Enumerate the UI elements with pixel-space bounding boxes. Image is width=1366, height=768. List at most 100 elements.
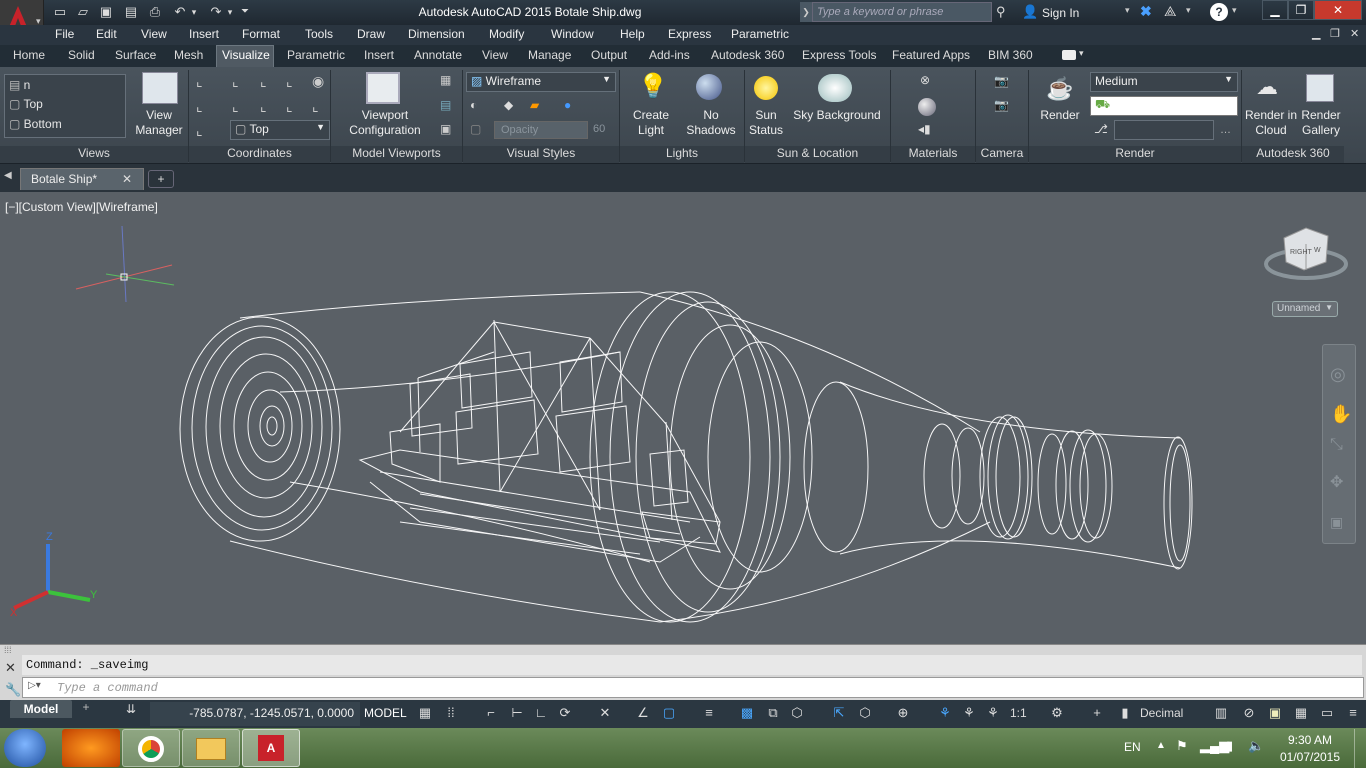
quick-properties-icon[interactable]: ▥ — [1212, 705, 1230, 721]
sign-in-dropdown-icon[interactable]: ▾ — [1125, 5, 1130, 16]
dynamic-ucs-icon[interactable]: ⇱ — [830, 705, 848, 721]
command-close-icon[interactable]: ✕ — [5, 660, 16, 676]
firefox-taskbar-icon[interactable] — [62, 729, 120, 767]
isolate-objects-icon[interactable]: ▣ — [1266, 705, 1284, 721]
menu-parametric[interactable]: Parametric — [731, 27, 789, 41]
chrome-taskbar-icon[interactable] — [122, 729, 180, 767]
clean-screen-icon[interactable]: ▭ — [1318, 705, 1336, 721]
render-presets-icon[interactable]: ⎇ — [1094, 122, 1110, 138]
menu-draw[interactable]: Draw — [357, 27, 385, 41]
camera-icon[interactable]: 📷 — [994, 74, 1010, 90]
ucs-object-icon[interactable]: ⌞ — [260, 98, 278, 116]
doc-minimize-icon[interactable]: ▁ — [1312, 27, 1320, 40]
battery-icon[interactable]: ▮ — [1226, 738, 1233, 754]
auto-scale-icon[interactable]: ⚘ — [960, 705, 978, 721]
create-light-icon[interactable]: 💡 — [638, 72, 668, 102]
show-desktop-button[interactable] — [1354, 729, 1366, 768]
xray-icon[interactable]: ▰ — [530, 98, 546, 114]
clock-time[interactable]: 9:30 AM — [1278, 733, 1342, 747]
tray-expand-icon[interactable]: ▲ — [1156, 740, 1166, 751]
render-gallery-icon[interactable] — [1306, 74, 1334, 102]
status-expand-icon[interactable]: ⇊ — [126, 702, 136, 716]
a360-dropdown-icon[interactable]: ▾ — [1186, 5, 1191, 16]
render-cloud-icon[interactable]: ☁ — [1256, 74, 1288, 102]
units-value[interactable]: Decimal — [1140, 706, 1183, 720]
teapot-render-icon[interactable]: ☕ — [1046, 76, 1074, 101]
visual-styles-panel-label[interactable]: Visual Styles — [463, 146, 619, 163]
object-snap-tracking-icon[interactable]: ∠ — [634, 705, 652, 721]
infer-constraints-icon[interactable]: ⌐ — [482, 705, 500, 720]
ucs-menu-dropdown[interactable]: Unnamed ▼ — [1272, 301, 1338, 317]
visual-style-dropdown[interactable]: ▨ Wireframe ▼ — [466, 72, 616, 92]
command-grip-icon[interactable]: ⁞⁞⁞ — [4, 645, 12, 655]
ucs-origin-icon[interactable]: ⌞ — [196, 98, 214, 116]
materials-browser-icon[interactable]: ⊗ — [920, 73, 936, 89]
camera-display-icon[interactable]: 📷 — [994, 98, 1010, 114]
pan-hand-icon[interactable]: ✋ — [1330, 404, 1352, 425]
render-in-cloud-button[interactable]: Render in Cloud — [1242, 108, 1300, 138]
search-expand-icon[interactable]: ❯ — [800, 2, 812, 22]
zoom-extents-icon[interactable]: ⤡ — [1330, 436, 1343, 454]
views-list[interactable]: ▤ n ▢ Top ▢ Bottom — [4, 74, 126, 138]
lock-ui-icon[interactable]: ⊘ — [1240, 705, 1258, 721]
tab-autodesk-360[interactable]: Autodesk 360 — [711, 48, 784, 62]
snap-icon[interactable]: ⁞⁞ — [442, 705, 460, 720]
annotation-visibility-icon[interactable]: ⚘ — [936, 705, 954, 721]
new-icon[interactable]: ▭ — [50, 3, 70, 21]
help-icon[interactable]: ? — [1210, 3, 1228, 21]
no-shadows-icon[interactable] — [696, 74, 722, 100]
doc-close-icon[interactable]: ✕ — [1350, 27, 1359, 40]
render-quality-dropdown[interactable]: Medium ▼ — [1090, 72, 1238, 92]
undo-icon[interactable]: ↶ — [170, 3, 190, 21]
ribbon-options-icon[interactable]: ▾ — [1079, 48, 1084, 59]
search-input[interactable]: Type a keyword or phrase — [812, 2, 992, 22]
viewcube-face-right[interactable]: RIGHT — [1290, 249, 1313, 256]
tab-insert[interactable]: Insert — [364, 48, 394, 62]
transparency-icon[interactable]: ▩ — [738, 705, 756, 721]
polar-tracking-icon[interactable]: ⟳ — [556, 705, 574, 721]
tab-featured-apps[interactable]: Featured Apps — [892, 48, 970, 62]
sign-in-button[interactable]: Sign In — [1042, 6, 1079, 20]
model-space-toggle[interactable]: MODEL — [364, 706, 407, 720]
undo-dropdown-icon[interactable]: ▾ — [188, 3, 200, 21]
sun-icon[interactable] — [754, 76, 778, 100]
sun-location-panel-label[interactable]: Sun & Location — [745, 146, 890, 163]
edge-style-icon[interactable]: ◐ — [470, 98, 486, 114]
doc-restore-icon[interactable]: ❐ — [1330, 27, 1340, 40]
named-viewports-icon[interactable]: ▦ — [440, 73, 456, 89]
ucs-x-icon[interactable]: ⌞ — [260, 73, 278, 91]
explorer-taskbar-icon[interactable] — [182, 729, 240, 767]
lights-panel-label[interactable]: Lights — [620, 146, 744, 163]
3d-osnap-icon[interactable]: ⬡ — [788, 705, 806, 721]
tab-express-tools[interactable]: Express Tools — [802, 48, 876, 62]
annotation-monitor-icon[interactable]: + — [1088, 705, 1106, 720]
ucs-3point-icon[interactable]: ⌞ — [312, 98, 330, 116]
opacity-value[interactable]: 60 — [590, 121, 614, 139]
menu-view[interactable]: View — [141, 27, 167, 41]
tab-add-ins[interactable]: Add-ins — [649, 48, 690, 62]
a360-icon[interactable]: ⟁ — [1164, 3, 1182, 20]
create-light-button[interactable]: Create Light — [624, 108, 678, 138]
render-output-size[interactable]: ⛟ — [1090, 96, 1238, 116]
minimize-button[interactable]: ▁ — [1262, 0, 1288, 20]
menu-dimension[interactable]: Dimension — [408, 27, 465, 41]
no-shadows-button[interactable]: No Shadows — [684, 108, 738, 138]
open-icon[interactable]: ▱ — [73, 3, 93, 21]
command-prompt-icon[interactable]: ▷▾ — [28, 680, 52, 696]
menu-window[interactable]: Window — [551, 27, 594, 41]
viewport-configuration-icon[interactable] — [366, 72, 400, 104]
volume-icon[interactable]: 🔈 — [1248, 738, 1264, 754]
new-tab-icon[interactable]: + — [148, 170, 174, 188]
browse-icon[interactable]: … — [1220, 124, 1231, 136]
render-panel-label[interactable]: Render — [1029, 146, 1241, 163]
hardware-acceleration-icon[interactable]: ▦ — [1292, 705, 1310, 721]
save-as-icon[interactable]: ▤ — [121, 3, 141, 21]
viewcube[interactable]: RIGHT W — [1262, 224, 1352, 286]
face-style-icon[interactable]: ◆ — [504, 98, 520, 114]
shadows-style-icon[interactable]: ● — [564, 98, 580, 114]
material-mapping-icon[interactable]: ◂▮ — [918, 122, 934, 138]
command-customize-icon[interactable]: 🔧 — [5, 682, 21, 698]
tab-surface[interactable]: Surface — [115, 48, 156, 62]
join-viewports-icon[interactable]: ▤ — [440, 98, 456, 114]
lineweight-icon[interactable]: ≡ — [700, 705, 718, 720]
